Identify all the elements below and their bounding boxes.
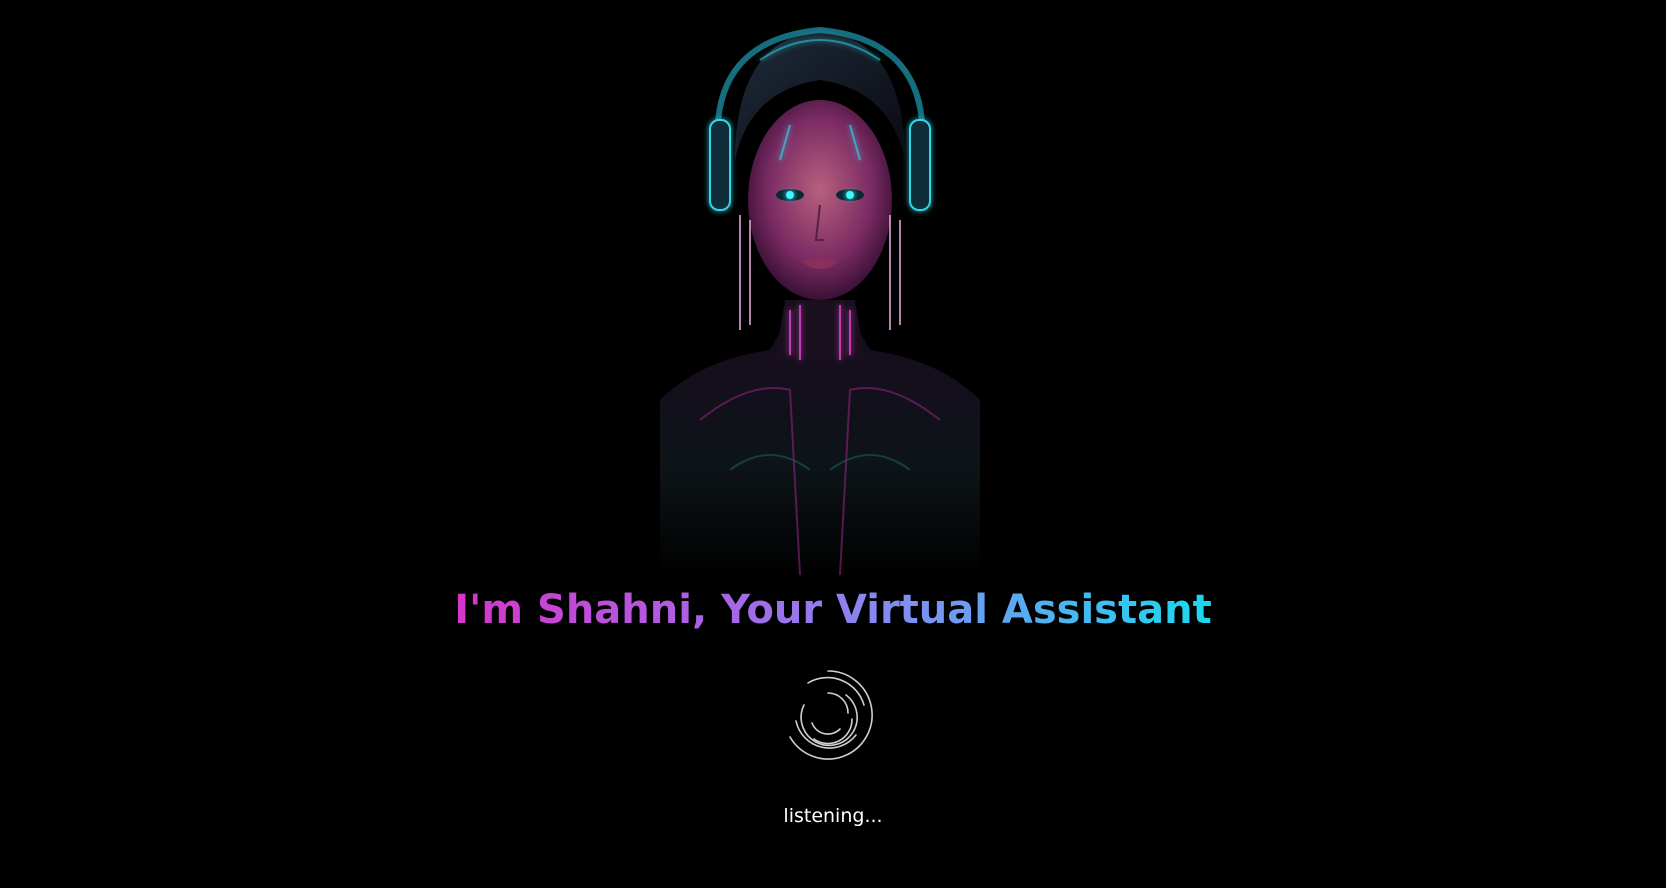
status-text: listening... bbox=[783, 805, 883, 827]
assistant-avatar bbox=[640, 0, 1000, 575]
assistant-heading: I'm Shahni, Your Virtual Assistant bbox=[454, 587, 1212, 633]
assistant-screen: I'm Shahni, Your Virtual Assistant liste… bbox=[0, 0, 1666, 888]
listening-spinner-icon bbox=[789, 670, 873, 760]
cyberpunk-woman-avatar-icon bbox=[660, 26, 980, 575]
page-title: I'm Shahni, Your Virtual Assistant bbox=[0, 582, 1666, 638]
listening-spinner bbox=[778, 665, 878, 765]
